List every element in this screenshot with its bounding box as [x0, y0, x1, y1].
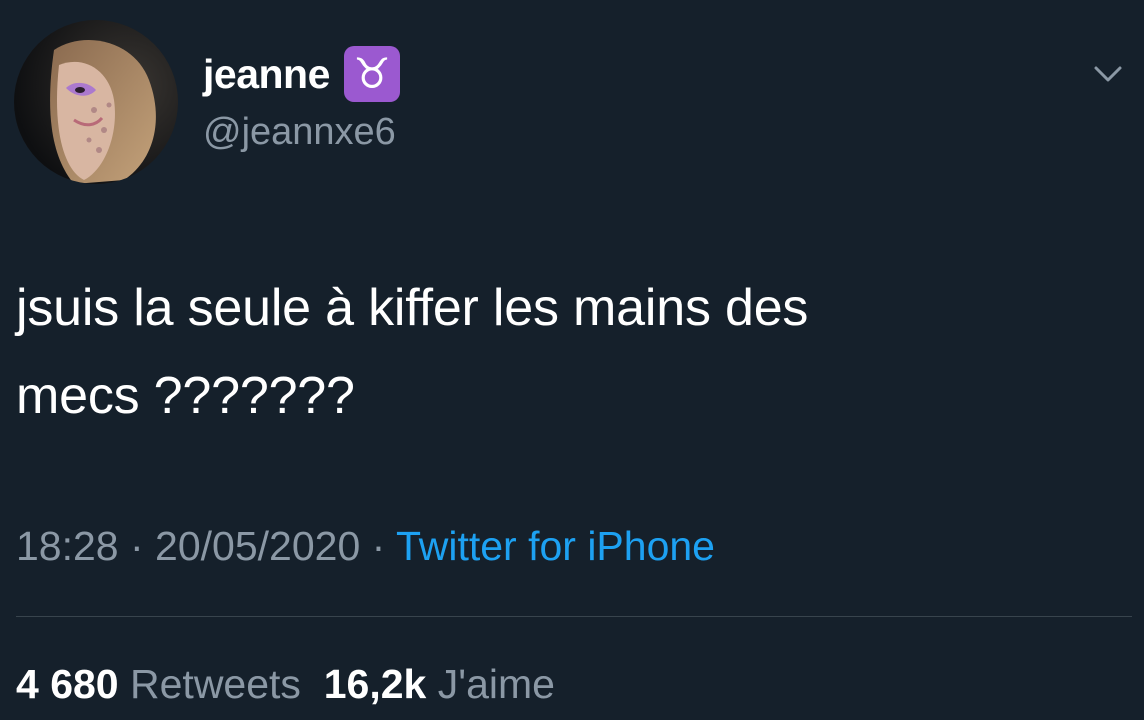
tweet-text-line: mecs ??????? — [16, 367, 355, 425]
meta-separator: · — [118, 523, 156, 569]
tweet-date[interactable]: 20/05/2020 — [155, 523, 360, 569]
avatar-image — [14, 20, 178, 184]
display-name[interactable]: jeanne — [203, 44, 330, 104]
retweets-label: Retweets — [130, 661, 301, 707]
tweet-source-link[interactable]: Twitter for iPhone — [396, 523, 715, 569]
profile-avatar[interactable] — [14, 20, 178, 184]
tweet-meta: 18:28 · 20/05/2020 · Twitter for iPhone — [16, 518, 715, 574]
likes-count: 16,2k — [323, 661, 427, 707]
likes-stat[interactable]: 16,2k J'aime — [324, 661, 555, 707]
retweets-count: 4 680 — [16, 661, 119, 707]
taurus-zodiac-icon: ♉ — [343, 46, 400, 102]
tweet-text: jsuis la seule à kiffer les mains des me… — [16, 264, 1116, 440]
retweets-stat[interactable]: 4 680 Retweets — [16, 661, 301, 707]
likes-label: J'aime — [437, 661, 555, 707]
tweet-text-line: jsuis la seule à kiffer les mains des — [16, 279, 809, 337]
user-handle[interactable]: @jeannxe6 — [203, 108, 396, 156]
meta-separator: · — [360, 523, 396, 569]
tweet-stats: 4 680 Retweets 16,2k J'aime — [16, 656, 555, 712]
author-name-row: jeanne ♉ — [203, 44, 400, 104]
divider — [16, 616, 1132, 617]
tweet-card: jeanne ♉ @jeannxe6 jsuis la seule à kiff… — [0, 0, 1144, 720]
chevron-down-icon[interactable] — [1090, 56, 1126, 92]
tweet-time[interactable]: 18:28 — [16, 523, 119, 569]
